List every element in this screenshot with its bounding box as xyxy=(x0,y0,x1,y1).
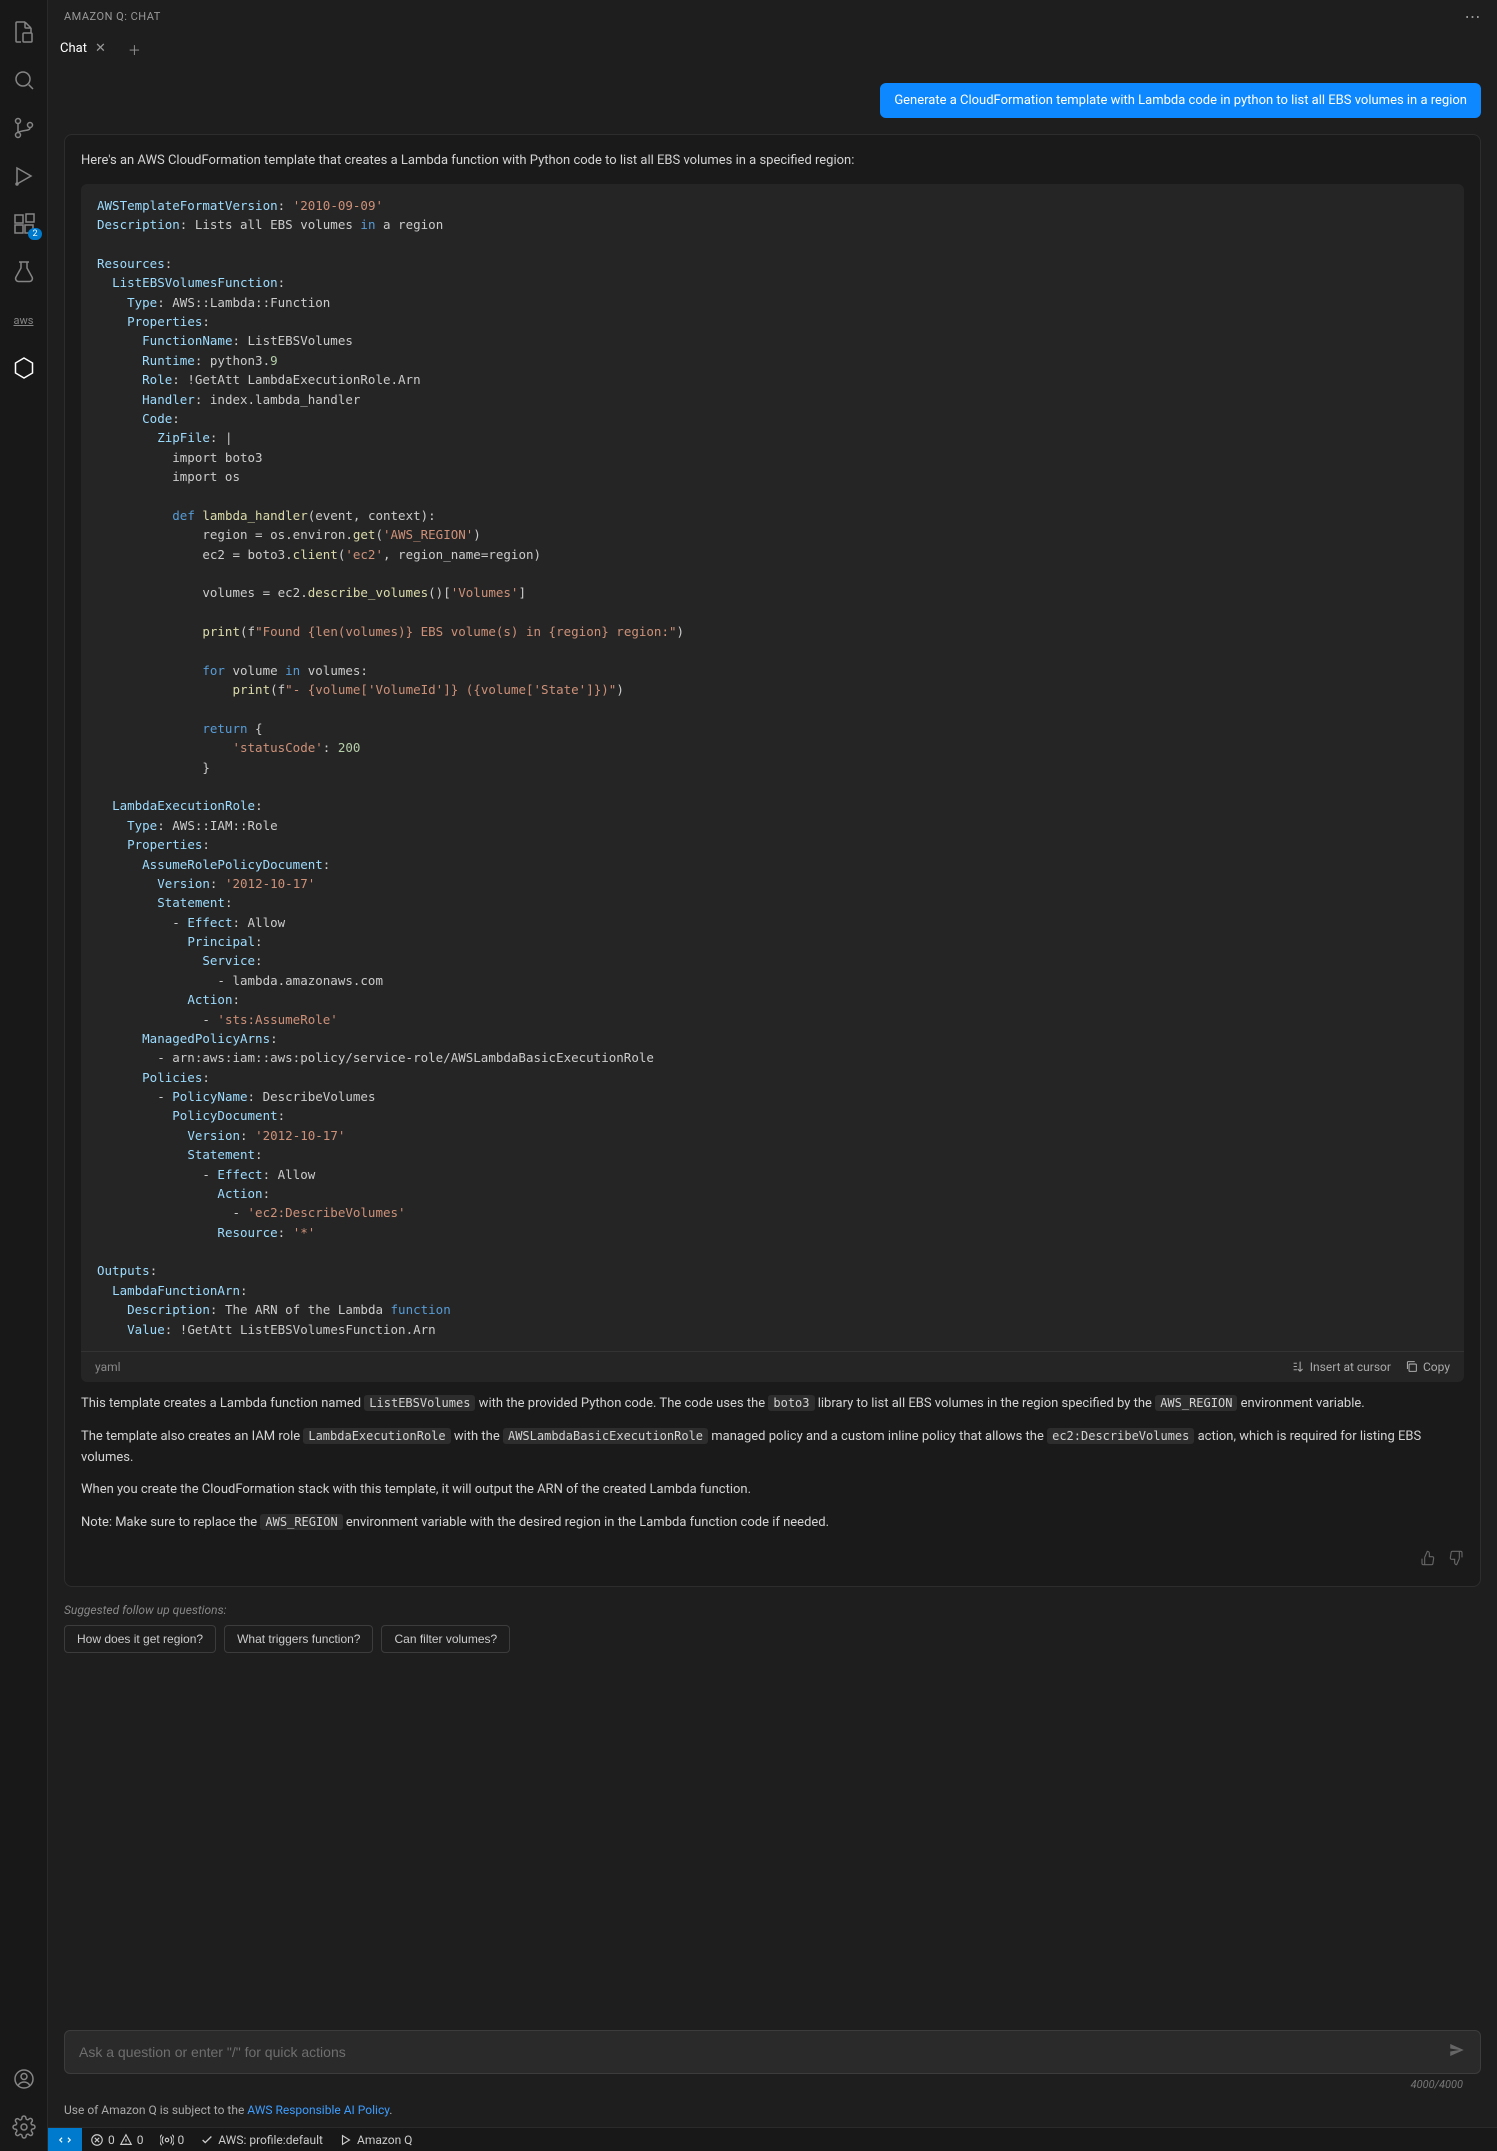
more-actions-icon[interactable]: ⋯ xyxy=(1465,7,1482,26)
followups: Suggested follow up questions: How does … xyxy=(64,1603,1481,1653)
send-icon[interactable] xyxy=(1448,2041,1466,2063)
search-icon[interactable] xyxy=(0,56,48,104)
code-language-label: yaml xyxy=(95,1360,1278,1374)
status-bar: 0 0 0 AWS: profile:default Amazon Q xyxy=(48,2127,1497,2151)
chat-input-box[interactable] xyxy=(64,2030,1481,2074)
insert-at-cursor-button[interactable]: Insert at cursor xyxy=(1292,1360,1391,1374)
input-area: 4000/4000 xyxy=(48,2018,1497,2095)
extensions-icon[interactable]: 2 xyxy=(0,200,48,248)
status-ports[interactable]: 0 xyxy=(152,2128,193,2151)
thumbs-down-icon[interactable] xyxy=(1448,1550,1464,1570)
code-content[interactable]: AWSTemplateFormatVersion: '2010-09-09' D… xyxy=(81,184,1464,1351)
settings-gear-icon[interactable] xyxy=(0,2103,48,2151)
new-tab-button[interactable]: ＋ xyxy=(118,32,151,66)
followups-label: Suggested follow up questions: xyxy=(64,1603,1481,1617)
panel-title: AMAZON Q: CHAT xyxy=(64,10,161,23)
run-debug-icon[interactable] xyxy=(0,152,48,200)
status-amazon-q[interactable]: Amazon Q xyxy=(331,2128,420,2151)
char-counter: 4000/4000 xyxy=(64,2074,1481,2091)
accounts-icon[interactable] xyxy=(0,2055,48,2103)
thumbs-up-icon[interactable] xyxy=(1420,1550,1436,1570)
feedback-row xyxy=(81,1550,1464,1570)
chat-input[interactable] xyxy=(79,2044,1448,2060)
user-bubble: Generate a CloudFormation template with … xyxy=(880,83,1481,118)
explorer-icon[interactable] xyxy=(0,8,48,56)
followup-chip[interactable]: How does it get region? xyxy=(64,1625,216,1653)
policy-notice: Use of Amazon Q is subject to the AWS Re… xyxy=(48,2095,1497,2127)
testing-icon[interactable] xyxy=(0,248,48,296)
panel-title-bar: AMAZON Q: CHAT ⋯ xyxy=(48,0,1497,32)
amazon-q-icon[interactable] xyxy=(0,344,48,392)
tab-label: Chat xyxy=(60,41,87,56)
followup-chip[interactable]: What triggers function? xyxy=(224,1625,373,1653)
followup-chips: How does it get region? What triggers fu… xyxy=(64,1625,1481,1653)
tab-chat[interactable]: Chat ✕ xyxy=(48,32,118,66)
code-block: AWSTemplateFormatVersion: '2010-09-09' D… xyxy=(81,184,1464,1382)
user-message: Generate a CloudFormation template with … xyxy=(64,83,1481,118)
remote-indicator-icon[interactable] xyxy=(48,2128,82,2151)
assistant-paragraph: This template creates a Lambda function … xyxy=(81,1394,1464,1415)
close-icon[interactable]: ✕ xyxy=(95,41,106,56)
chat-scroll-area[interactable]: Generate a CloudFormation template with … xyxy=(48,67,1497,2018)
assistant-intro: Here's an AWS CloudFormation template th… xyxy=(81,151,1464,172)
tab-bar: Chat ✕ ＋ xyxy=(48,32,1497,67)
copy-button[interactable]: Copy xyxy=(1405,1360,1450,1374)
assistant-paragraph: The template also creates an IAM role La… xyxy=(81,1427,1464,1469)
policy-link[interactable]: AWS Responsible AI Policy xyxy=(247,2103,389,2117)
code-footer: yaml Insert at cursor Copy xyxy=(81,1351,1464,1382)
aws-icon[interactable]: aws xyxy=(0,296,48,344)
main-panel: AMAZON Q: CHAT ⋯ Chat ✕ ＋ Generate a Clo… xyxy=(48,0,1497,2151)
assistant-paragraph: When you create the CloudFormation stack… xyxy=(81,1480,1464,1501)
status-aws-profile[interactable]: AWS: profile:default xyxy=(192,2128,331,2151)
assistant-paragraph: Note: Make sure to replace the AWS_REGIO… xyxy=(81,1513,1464,1534)
assistant-message: Here's an AWS CloudFormation template th… xyxy=(64,134,1481,1587)
extensions-badge: 2 xyxy=(28,228,41,240)
followup-chip[interactable]: Can filter volumes? xyxy=(381,1625,510,1653)
activity-bar: 2 aws xyxy=(0,0,48,2151)
status-problems[interactable]: 0 0 xyxy=(82,2128,152,2151)
source-control-icon[interactable] xyxy=(0,104,48,152)
